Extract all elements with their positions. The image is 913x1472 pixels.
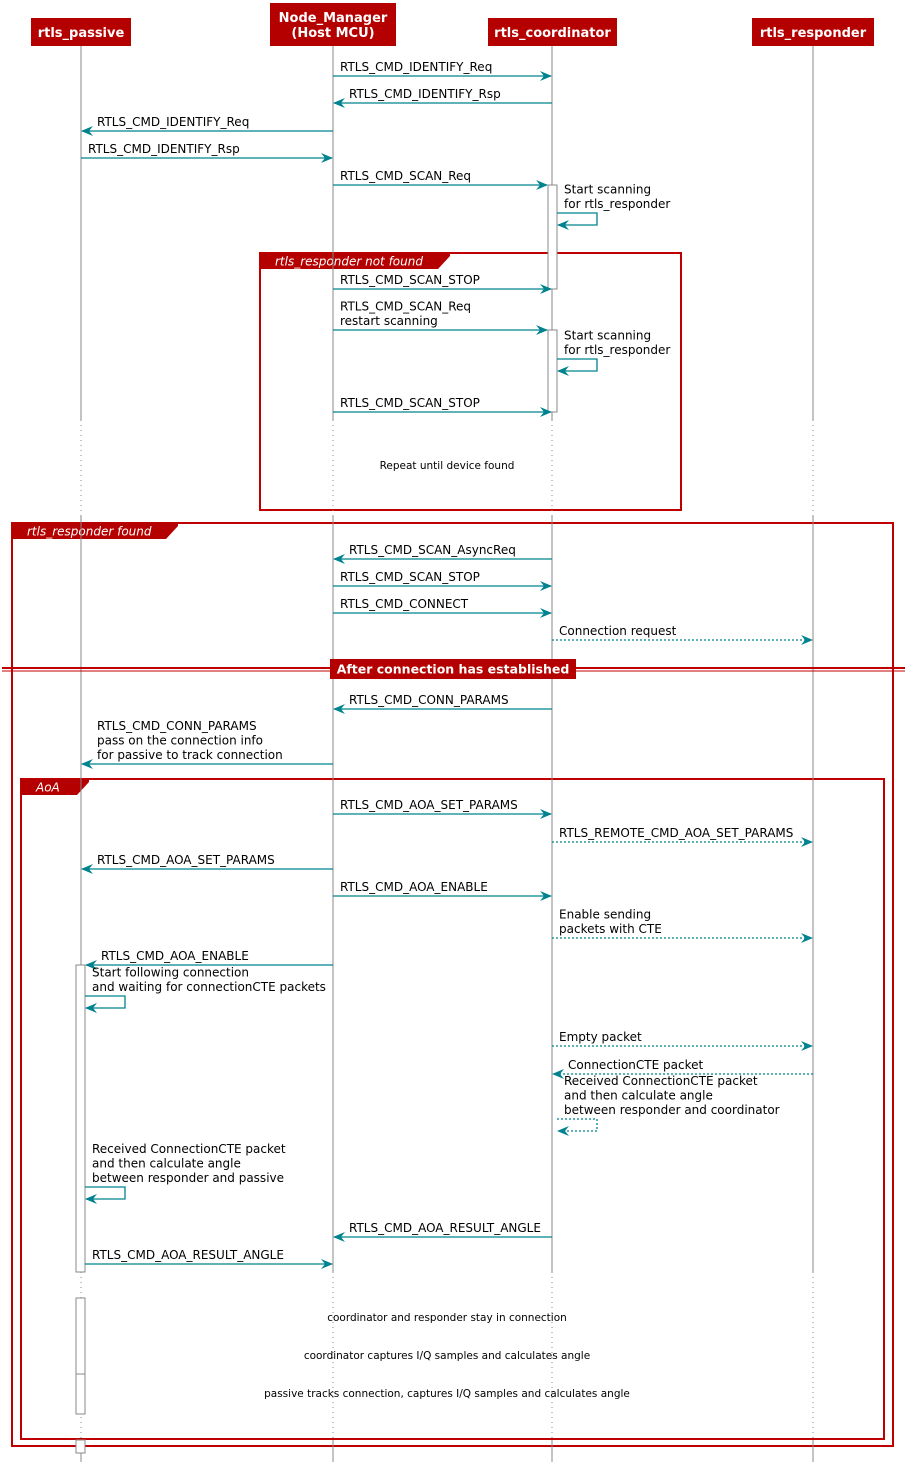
message-label: Enable sending	[559, 908, 651, 922]
message-label: RTLS_CMD_IDENTIFY_Req	[340, 60, 492, 74]
message: Enable sendingpackets with CTE	[552, 908, 813, 943]
message-label: RTLS_CMD_AOA_SET_PARAMS	[340, 798, 518, 812]
message-label: RTLS_CMD_SCAN_AsyncReq	[349, 543, 516, 557]
participant-label: (Host MCU)	[291, 26, 374, 41]
delay-note: Repeat until device found	[380, 460, 515, 472]
message: RTLS_CMD_IDENTIFY_Req	[333, 60, 552, 81]
self-message-arrow	[557, 212, 598, 230]
message-label: RTLS_REMOTE_CMD_AOA_SET_PARAMS	[559, 826, 793, 840]
group-title: AoA	[35, 781, 60, 795]
activation-bar	[75, 1439, 86, 1454]
separator: After connection has established	[2, 659, 905, 679]
delay-note: passive tracks connection, captures I/Q …	[264, 1388, 630, 1400]
message: RTLS_CMD_SCAN_Req	[333, 169, 548, 190]
message: RTLS_CMD_AOA_SET_PARAMS	[333, 798, 552, 819]
self-message-arrow	[85, 1186, 126, 1204]
group-title: rtls_responder not found	[275, 255, 423, 269]
message: RTLS_CMD_SCAN_STOP	[333, 396, 552, 417]
activation-bar	[547, 184, 558, 290]
message: RTLS_CMD_AOA_RESULT_ANGLE	[333, 1221, 552, 1242]
message: RTLS_CMD_SCAN_AsyncReq	[333, 543, 552, 564]
message: Start following connectionand waiting fo…	[85, 966, 326, 1013]
message-label: for passive to track connection	[97, 748, 283, 762]
message-label: Start following connection	[92, 966, 249, 980]
message: Start scanningfor rtls_responder	[557, 329, 670, 376]
message: RTLS_CMD_IDENTIFY_Rsp	[81, 142, 333, 163]
message-label: RTLS_CMD_IDENTIFY_Rsp	[349, 87, 501, 101]
message-label: RTLS_CMD_IDENTIFY_Rsp	[88, 142, 240, 156]
message-label: RTLS_CMD_SCAN_Req	[340, 300, 471, 314]
message-label: Start scanning	[564, 183, 651, 197]
message: Received ConnectionCTE packetand then ca…	[557, 1074, 780, 1136]
message: RTLS_CMD_AOA_RESULT_ANGLE	[85, 1248, 333, 1269]
participant-label: Node_Manager	[279, 11, 388, 26]
message: RTLS_CMD_CONNECT	[333, 597, 552, 618]
message-label: for rtls_responder	[564, 343, 670, 357]
message-label: RTLS_CMD_CONN_PARAMS	[97, 719, 257, 733]
sequence-diagram: rtls_responder not found rtls_responder f…	[2, 3, 905, 1462]
message: RTLS_CMD_AOA_ENABLE	[85, 949, 333, 970]
message-label: and then calculate angle	[564, 1089, 713, 1103]
message: Start scanningfor rtls_responder	[557, 183, 670, 230]
self-message-arrow	[85, 995, 126, 1013]
message-label: RTLS_CMD_AOA_ENABLE	[101, 949, 249, 963]
message: Connection request	[552, 624, 813, 645]
message-label: RTLS_CMD_AOA_RESULT_ANGLE	[349, 1221, 541, 1235]
participant-coord: rtls_coordinator	[488, 18, 617, 46]
participant-resp: rtls_responder	[752, 18, 874, 46]
message: RTLS_CMD_SCAN_STOP	[333, 273, 552, 294]
self-message-arrow	[557, 1118, 598, 1136]
participant-label: rtls_responder	[760, 26, 867, 41]
message-label: Empty packet	[559, 1030, 642, 1044]
message-label: Connection request	[559, 624, 677, 638]
message-label: and then calculate angle	[92, 1157, 241, 1171]
message: RTLS_CMD_IDENTIFY_Rsp	[333, 87, 552, 108]
message-label: between responder and coordinator	[564, 1103, 780, 1117]
message: RTLS_CMD_AOA_SET_PARAMS	[81, 853, 333, 874]
message-label: RTLS_CMD_AOA_ENABLE	[340, 880, 488, 894]
separator-label: After connection has established	[337, 662, 570, 677]
message-label: RTLS_CMD_SCAN_STOP	[340, 273, 480, 287]
message-label: pass on the connection info	[97, 734, 263, 748]
message: RTLS_CMD_CONN_PARAMS	[333, 693, 552, 714]
message-label: for rtls_responder	[564, 197, 670, 211]
message-label: Start scanning	[564, 329, 651, 343]
message: Received ConnectionCTE packetand then ca…	[85, 1142, 286, 1204]
message-label: RTLS_CMD_IDENTIFY_Req	[97, 115, 249, 129]
message-label: RTLS_CMD_SCAN_Req	[340, 169, 471, 183]
activation-bar	[75, 964, 86, 1273]
message: ConnectionCTE packet	[552, 1058, 813, 1079]
self-message-arrow	[557, 358, 598, 376]
message-label: restart scanning	[340, 314, 438, 328]
message-label: and waiting for connectionCTE packets	[92, 980, 326, 994]
message-label: RTLS_CMD_AOA_RESULT_ANGLE	[92, 1248, 284, 1262]
delay-note: coordinator and responder stay in connec…	[327, 1312, 567, 1324]
message-label: ConnectionCTE packet	[568, 1058, 703, 1072]
participant-node: Node_Manager(Host MCU)	[270, 3, 396, 46]
message: RTLS_REMOTE_CMD_AOA_SET_PARAMS	[552, 826, 813, 847]
group-title: rtls_responder found	[27, 525, 152, 539]
participant-label: rtls_coordinator	[494, 26, 611, 41]
message-label: RTLS_CMD_SCAN_STOP	[340, 396, 480, 410]
activation-bar	[547, 329, 558, 413]
message: RTLS_CMD_CONN_PARAMSpass on the connecti…	[81, 719, 333, 769]
message-label: RTLS_CMD_CONNECT	[340, 597, 469, 611]
message: RTLS_CMD_SCAN_Reqrestart scanning	[333, 300, 548, 335]
participant-passive: rtls_passive	[31, 18, 131, 46]
message: RTLS_CMD_IDENTIFY_Req	[81, 115, 333, 136]
message-label: packets with CTE	[559, 922, 662, 936]
message-label: between responder and passive	[92, 1171, 284, 1185]
message: RTLS_CMD_SCAN_STOP	[333, 570, 552, 591]
message-label: Received ConnectionCTE packet	[564, 1074, 758, 1088]
message: RTLS_CMD_AOA_ENABLE	[333, 880, 552, 901]
message-label: RTLS_CMD_AOA_SET_PARAMS	[97, 853, 275, 867]
message: Empty packet	[552, 1030, 813, 1051]
message-label: RTLS_CMD_CONN_PARAMS	[349, 693, 509, 707]
participant-label: rtls_passive	[38, 26, 125, 41]
message-label: Received ConnectionCTE packet	[92, 1142, 286, 1156]
delay-note: coordinator captures I/Q samples and cal…	[304, 1350, 590, 1362]
message-label: RTLS_CMD_SCAN_STOP	[340, 570, 480, 584]
activation-bar	[75, 1373, 86, 1415]
